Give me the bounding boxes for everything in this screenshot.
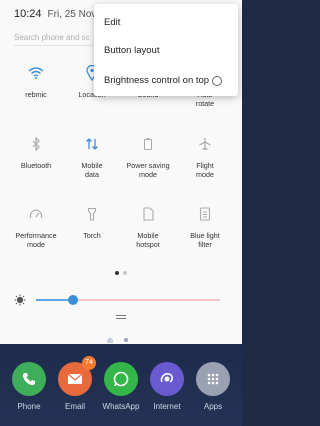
brightness-icon [14, 294, 26, 306]
gauge-icon [7, 205, 65, 223]
clock: 10:24 [14, 8, 42, 20]
panel-drag-handle[interactable] [116, 315, 126, 319]
app-label: Apps [203, 402, 223, 411]
phone-icon [12, 362, 46, 396]
brightness-slider[interactable] [14, 294, 226, 306]
app-internet[interactable]: Internet [144, 362, 190, 411]
unread-badge: 74 [82, 356, 96, 370]
whatsapp-icon [104, 362, 138, 396]
tile-label: Torch [83, 231, 101, 240]
tile-label: Mobile hotspot [136, 231, 160, 249]
tile-bluetooth[interactable]: Bluetooth [7, 135, 65, 170]
tile-label: Performance mode [15, 231, 57, 249]
internet-icon [150, 362, 184, 396]
app-label: Internet [153, 402, 181, 411]
tile-wifi[interactable]: rebmic [7, 64, 65, 99]
app-whatsapp[interactable]: WhatsApp [98, 362, 144, 411]
tile-blue-light-filter[interactable]: Blue light filter [176, 205, 234, 249]
tile-label: Power saving mode [126, 161, 170, 179]
app-phone[interactable]: Phone [6, 362, 52, 411]
tile-torch[interactable]: Torch [63, 205, 121, 240]
blue-light-icon [176, 205, 234, 223]
torch-icon [63, 205, 121, 223]
tile-label: Bluetooth [20, 161, 52, 170]
brightness-on-top-radio[interactable] [212, 76, 222, 86]
app-label: Email [64, 402, 85, 411]
tile-label: Flight mode [196, 161, 214, 179]
apps-grid-icon [196, 362, 230, 396]
menu-item-edit[interactable]: Edit [104, 17, 120, 28]
tile-power-saving[interactable]: Power saving mode [119, 135, 177, 179]
app-label: WhatsApp [102, 402, 140, 411]
menu-item-button-layout[interactable]: Button layout [104, 45, 159, 56]
battery-icon [119, 135, 177, 153]
page-dot [124, 338, 128, 342]
hotspot-icon [119, 205, 177, 223]
tile-flight-mode[interactable]: Flight mode [176, 135, 234, 179]
tile-label: Mobile data [81, 161, 103, 179]
brightness-knob[interactable] [67, 295, 78, 305]
app-label: Phone [17, 402, 41, 411]
tile-label: rebmic [25, 90, 47, 99]
wifi-icon [7, 64, 65, 82]
page-dot-active [115, 271, 119, 275]
home-page-indicator [106, 336, 128, 344]
home-screen: Phone 74 Email WhatsApp Internet Apps [0, 337, 242, 426]
tile-performance-mode[interactable]: Performance mode [7, 205, 65, 249]
mobile-data-icon [63, 135, 121, 153]
tile-mobile-hotspot[interactable]: Mobile hotspot [119, 205, 177, 249]
brightness-track [72, 299, 220, 301]
airplane-icon [176, 135, 234, 153]
home-icon [107, 337, 113, 343]
page-indicator [115, 271, 127, 275]
tile-label: Blue light filter [190, 231, 220, 249]
tile-mobile-data[interactable]: Mobile data [63, 135, 121, 179]
page-dot [123, 271, 127, 275]
app-email[interactable]: 74 Email [52, 356, 98, 411]
menu-item-brightness-on-top[interactable]: Brightness control on top [104, 75, 209, 86]
app-apps[interactable]: Apps [190, 362, 236, 411]
bluetooth-icon [7, 135, 65, 153]
